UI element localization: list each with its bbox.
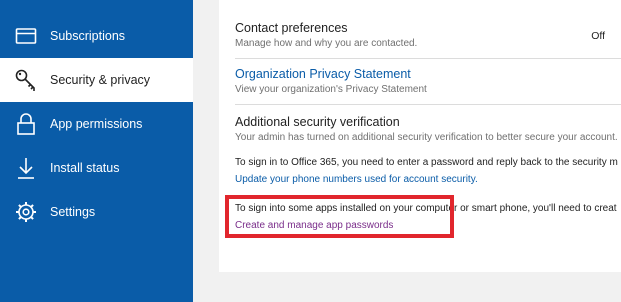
security-verification-title: Additional security verification (235, 115, 400, 129)
sign-in-text: To sign in to Office 365, you need to en… (235, 157, 618, 168)
gear-icon (14, 200, 38, 224)
privacy-statement-link[interactable]: Organization Privacy Statement (235, 67, 621, 82)
security-verification-section: Additional security verification Your ad… (235, 115, 621, 144)
card-icon (14, 24, 38, 48)
lock-icon (14, 112, 38, 136)
update-phone-link[interactable]: Update your phone numbers used for accou… (235, 173, 621, 186)
download-arrow-icon (14, 156, 38, 180)
sidebar-item-security-privacy[interactable]: Security & privacy (0, 58, 193, 102)
privacy-statement-description: View your organization's Privacy Stateme… (235, 84, 427, 95)
sidebar-item-label: Settings (50, 205, 96, 219)
sidebar-item-install-status[interactable]: Install status (0, 146, 193, 190)
sidebar-item-label: App permissions (50, 117, 143, 131)
contact-preferences-description: Manage how and why you are contacted. (235, 38, 418, 49)
security-verification-description: Your admin has turned on additional secu… (235, 132, 618, 143)
sidebar: Subscriptions Security & privacy App per… (0, 0, 193, 302)
sidebar-item-label: Subscriptions (50, 29, 126, 43)
sidebar-item-settings[interactable]: Settings (0, 190, 193, 234)
highlight-box (225, 195, 454, 238)
sidebar-item-app-permissions[interactable]: App permissions (0, 102, 193, 146)
sidebar-item-subscriptions[interactable]: Subscriptions (0, 14, 193, 58)
key-icon (14, 68, 38, 92)
sidebar-item-label: Install status (50, 161, 120, 175)
contact-preferences-section[interactable]: Contact preferences Manage how and why y… (235, 21, 621, 50)
privacy-statement-section: Organization Privacy Statement View your… (235, 67, 621, 96)
contact-preferences-status: Off (591, 30, 605, 42)
divider (235, 58, 621, 59)
contact-preferences-title: Contact preferences (235, 21, 348, 35)
phone-verification-block: To sign in to Office 365, you need to en… (235, 156, 621, 186)
divider (235, 104, 621, 105)
sidebar-item-label: Security & privacy (50, 73, 151, 87)
